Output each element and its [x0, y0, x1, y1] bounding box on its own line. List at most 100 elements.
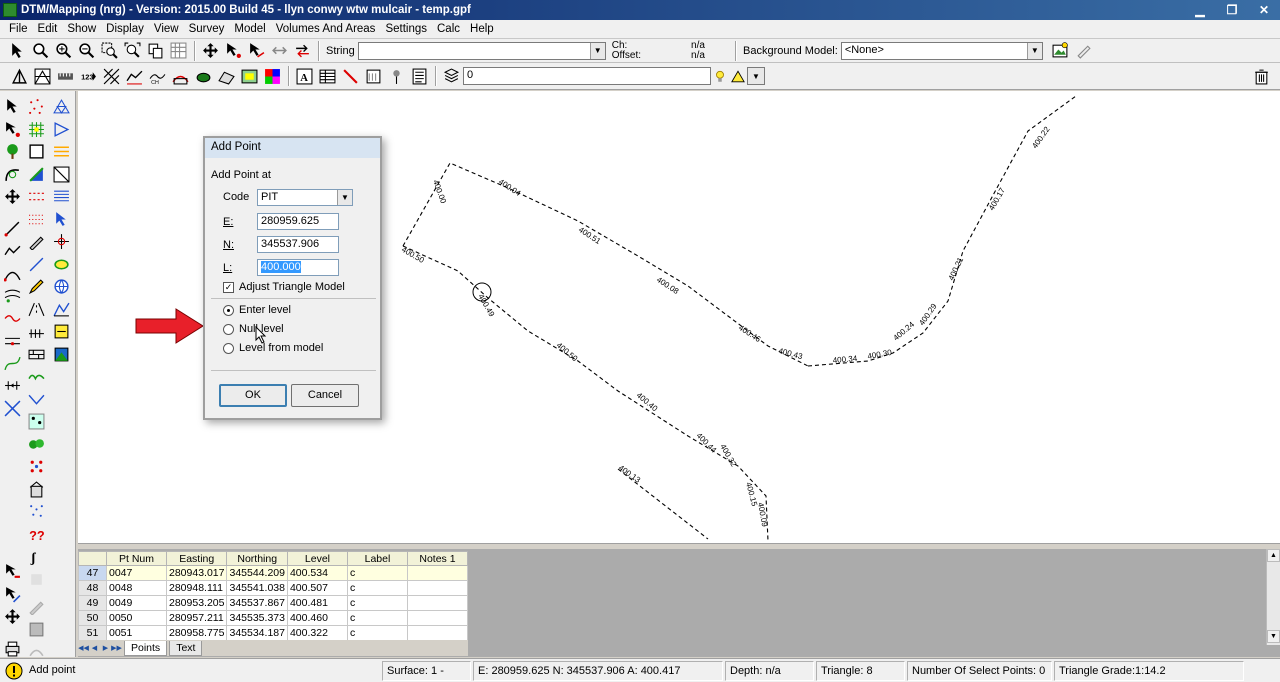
row-number[interactable]: 49 [78, 595, 107, 611]
point-tool-icon[interactable] [2, 119, 23, 140]
marker-icon[interactable] [386, 66, 407, 87]
menu-model[interactable]: Model [229, 23, 270, 35]
dotted-line-icon[interactable] [26, 186, 47, 207]
layer-on-bulb-icon[interactable] [712, 66, 728, 87]
road-icon[interactable] [26, 299, 47, 320]
hatch-lines-icon[interactable] [51, 186, 72, 207]
cell-northing[interactable]: 345535.373 [226, 610, 288, 626]
minimize-button[interactable]: ▁ [1184, 1, 1216, 19]
cell-northing[interactable]: 345541.038 [226, 580, 288, 596]
menu-survey[interactable]: Survey [184, 23, 230, 35]
tree-tool-icon[interactable] [2, 141, 23, 162]
cell-pt-num[interactable]: 0048 [106, 580, 167, 596]
load-background-icon[interactable] [1050, 40, 1071, 61]
cell-level[interactable]: 400.534 [286, 565, 348, 581]
flip-triangle-icon[interactable] [51, 119, 72, 140]
menu-file[interactable]: File [4, 23, 33, 35]
unknown-code-icon[interactable]: ?? [26, 524, 47, 545]
cell-label[interactable]: c [346, 625, 408, 641]
profile-icon[interactable] [51, 299, 72, 320]
pencil-icon[interactable] [26, 276, 47, 297]
cell-pt-num[interactable]: 0051 [106, 625, 167, 641]
column-header-level[interactable]: Level [286, 551, 348, 566]
edit-background-icon[interactable] [1073, 40, 1094, 61]
cell-label[interactable]: c [346, 595, 408, 611]
move-point-icon[interactable] [269, 40, 290, 61]
scroll-up-icon[interactable]: ▲ [1267, 549, 1280, 562]
column-header-label[interactable]: Label [346, 551, 408, 566]
break-line-icon[interactable] [2, 308, 23, 329]
prev-tab-icon[interactable]: ◀ [89, 644, 100, 652]
next-tab-icon[interactable]: ▶ [100, 644, 111, 652]
colour-palette-icon[interactable] [262, 66, 283, 87]
hedge-icon[interactable] [26, 366, 47, 387]
delete-triangle-icon[interactable] [51, 164, 72, 185]
tab-text[interactable]: Text [169, 640, 203, 656]
pick-triangle-icon[interactable] [51, 209, 72, 230]
move-tool-icon[interactable] [2, 186, 23, 207]
pan-icon[interactable] [200, 40, 221, 61]
cell-notes[interactable] [406, 565, 468, 581]
first-tab-icon[interactable]: ◀◀ [78, 644, 89, 652]
contour-line-icon[interactable] [2, 285, 23, 306]
zoom-extents-icon[interactable] [122, 40, 143, 61]
table-row[interactable]: 51 0051 280958.775 345534.187 400.322 c [78, 625, 468, 641]
fence-icon[interactable] [26, 321, 47, 342]
cell-label[interactable]: c [346, 610, 408, 626]
draw-line-icon[interactable] [2, 218, 23, 239]
column-header-northing[interactable]: Northing [226, 551, 288, 566]
offset-line-icon[interactable] [2, 330, 23, 351]
table-row[interactable]: 50 0050 280957.211 345535.373 400.460 c [78, 610, 468, 626]
cell-level[interactable]: 400.460 [286, 610, 348, 626]
layer-colour-icon[interactable] [730, 66, 746, 87]
cell-easting[interactable]: 280958.775 [165, 625, 228, 641]
cell-easting[interactable]: 280948.111 [165, 580, 228, 596]
cell-northing[interactable]: 345534.187 [226, 625, 288, 641]
cell-notes[interactable] [406, 595, 468, 611]
menu-help[interactable]: Help [465, 23, 499, 35]
measure-icon[interactable] [55, 66, 76, 87]
level-from-model-radio[interactable] [223, 343, 234, 354]
cell-label[interactable]: c [346, 580, 408, 596]
cell-pt-num[interactable]: 0049 [106, 595, 167, 611]
dot-grid-icon[interactable] [26, 456, 47, 477]
scatter-random-icon[interactable] [26, 501, 47, 522]
grid-points-icon[interactable] [26, 119, 47, 140]
menu-volumes[interactable]: Volumes And Areas [271, 23, 381, 35]
row-number[interactable]: 50 [78, 610, 107, 626]
triangulate-icon[interactable] [32, 66, 53, 87]
zoom-in-icon[interactable] [53, 40, 74, 61]
level-lines-icon[interactable] [51, 141, 72, 162]
swap-direction-icon[interactable] [292, 40, 313, 61]
level-input[interactable]: 400.000 [257, 259, 339, 276]
copy-icon[interactable] [145, 40, 166, 61]
longsection-icon[interactable]: CH [147, 66, 168, 87]
zoom-icon[interactable] [30, 40, 51, 61]
last-tab-icon[interactable]: ▶▶ [111, 644, 122, 652]
survey-string-lower[interactable] [402, 245, 769, 542]
disabled-tool-icon[interactable] [26, 569, 47, 590]
cell-level[interactable]: 400.322 [286, 625, 348, 641]
boundary-icon[interactable] [26, 141, 47, 162]
string-combo[interactable]: ▼ [357, 41, 606, 60]
restore-button[interactable]: ❐ [1216, 1, 1248, 19]
easting-input[interactable]: 280959.625 [257, 213, 339, 230]
pick-string-icon[interactable] [246, 40, 267, 61]
dropdown-arrow-icon[interactable]: ▼ [589, 42, 605, 59]
green-ring-icon[interactable] [51, 254, 72, 275]
list-icon[interactable] [363, 66, 384, 87]
grid-pattern-icon[interactable] [168, 40, 189, 61]
print-icon[interactable] [2, 638, 23, 659]
volume-icon[interactable] [193, 66, 214, 87]
diagonal-line-icon[interactable] [26, 254, 47, 275]
menu-view[interactable]: View [149, 23, 184, 35]
cell-notes[interactable] [406, 610, 468, 626]
cell-easting[interactable]: 280957.211 [165, 610, 228, 626]
menu-display[interactable]: Display [101, 23, 149, 35]
scatter-icon[interactable] [26, 411, 47, 432]
column-header-pt-num[interactable]: Pt Num [106, 551, 167, 566]
draw-arc-icon[interactable] [2, 263, 23, 284]
cell-notes[interactable] [406, 580, 468, 596]
menu-calc[interactable]: Calc [432, 23, 465, 35]
globe-icon[interactable] [51, 276, 72, 297]
